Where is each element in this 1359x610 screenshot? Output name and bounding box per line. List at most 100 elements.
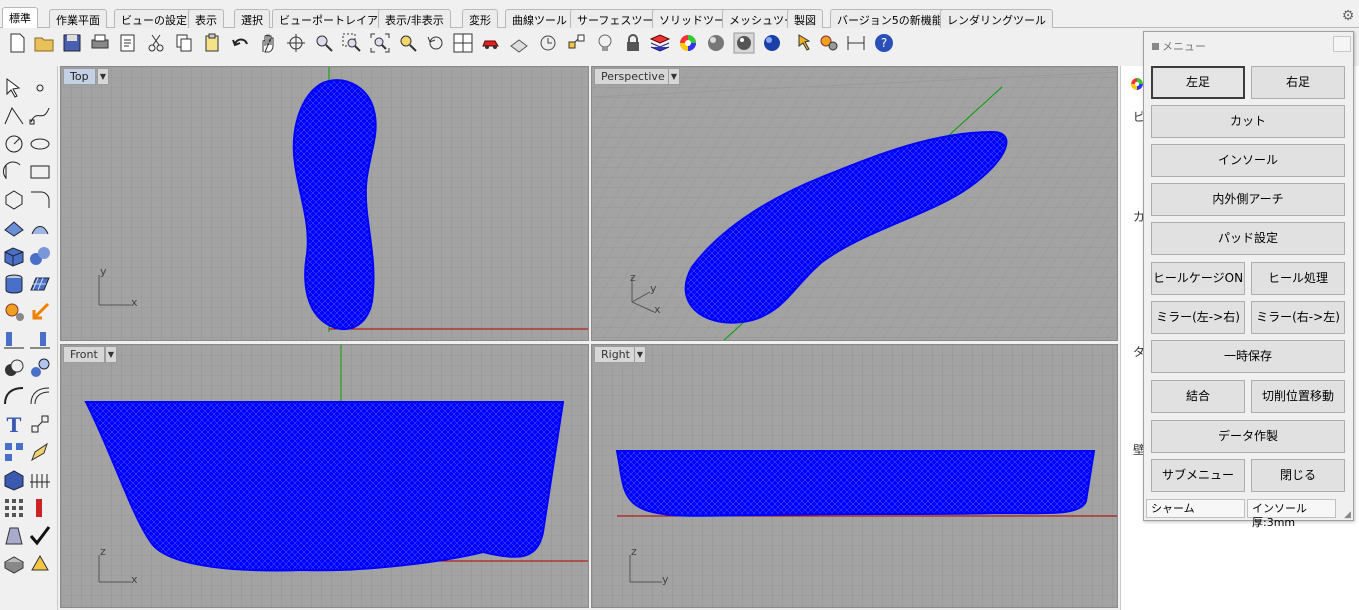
join-button[interactable]: 結合	[1151, 380, 1245, 413]
circle-icon[interactable]	[2, 132, 26, 156]
zoom-window-icon[interactable]	[341, 32, 363, 54]
cut-position-move-button[interactable]: 切削位置移動	[1251, 380, 1345, 413]
viewport-title-perspective[interactable]: Perspective	[594, 68, 672, 85]
arc-icon[interactable]	[2, 160, 26, 184]
heel-process-button[interactable]: ヒール処理	[1251, 262, 1345, 295]
open-folder-icon[interactable]	[33, 32, 55, 54]
viewport-title-front[interactable]: Front	[63, 346, 105, 363]
check-mark-icon[interactable]	[28, 524, 52, 548]
blue-box-icon[interactable]	[2, 468, 26, 492]
viewport-title-top[interactable]: Top	[63, 68, 96, 85]
grid-array-icon[interactable]	[2, 496, 26, 520]
viewport-top[interactable]: y x Top ▼	[60, 66, 589, 341]
zoom-icon[interactable]	[313, 32, 335, 54]
gear-tools-icon[interactable]	[2, 300, 26, 324]
cut-button[interactable]: カット	[1151, 105, 1345, 138]
surface-from-curves-icon[interactable]	[28, 216, 52, 240]
blend-icon[interactable]	[2, 384, 26, 408]
point-icon[interactable]	[28, 76, 52, 100]
heel-cage-button[interactable]: ヒールケージON	[1151, 262, 1245, 295]
fillet-curve-icon[interactable]	[28, 188, 52, 212]
tab-curve-tools[interactable]: 曲線ツール	[505, 9, 574, 28]
blue-sphere-icon[interactable]	[761, 32, 783, 54]
curve-cv-icon[interactable]	[28, 104, 52, 128]
polyline-icon[interactable]	[2, 104, 26, 128]
boolean-split-icon[interactable]	[28, 356, 52, 380]
layers-icon[interactable]	[649, 32, 671, 54]
viewport-title-right[interactable]: Right	[594, 346, 637, 363]
paste-icon[interactable]	[201, 32, 223, 54]
extrude-icon[interactable]	[28, 328, 52, 352]
copy-icon[interactable]	[173, 32, 195, 54]
tab-display[interactable]: 表示	[188, 9, 224, 28]
cylinder-icon[interactable]	[2, 272, 26, 296]
tab-transform[interactable]: 変形	[462, 9, 498, 28]
pan-hand-icon[interactable]	[257, 32, 279, 54]
grid-snap-icon[interactable]	[537, 32, 559, 54]
polygon-icon[interactable]	[2, 188, 26, 212]
text-tool-icon[interactable]: T	[2, 412, 26, 436]
tab-standard[interactable]: 標準	[2, 7, 38, 28]
mirror-left-right-button[interactable]: ミラー(左->右)	[1151, 301, 1245, 334]
close-button[interactable]: 閉じる	[1251, 459, 1345, 492]
pointer-options-icon[interactable]	[795, 32, 817, 54]
submenu-button[interactable]: サブメニュー	[1151, 459, 1245, 492]
arch-button[interactable]: 内外側アーチ	[1151, 183, 1345, 216]
print-icon[interactable]	[89, 32, 111, 54]
tab-new-in-v5[interactable]: バージョン5の新機能	[830, 9, 950, 28]
surface-edit-icon[interactable]	[2, 216, 26, 240]
dim-leader-icon[interactable]	[28, 412, 52, 436]
array-icon[interactable]	[2, 440, 26, 464]
viewport-front[interactable]: z x Front ▼	[60, 344, 589, 608]
rectangle-icon[interactable]	[28, 160, 52, 184]
osnap-icon[interactable]	[566, 32, 588, 54]
viewport-perspective[interactable]: z y x Perspective ▼	[591, 66, 1118, 341]
help-icon[interactable]: ?	[873, 32, 895, 54]
viewport-right[interactable]: z y Right ▼	[591, 344, 1118, 608]
red-marker-icon[interactable]	[28, 496, 52, 520]
offset-icon[interactable]	[28, 384, 52, 408]
mirror-right-left-button[interactable]: ミラー(右->左)	[1251, 301, 1345, 334]
edit-tool-icon[interactable]	[28, 440, 52, 464]
chevron-down-icon[interactable]: ▼	[634, 346, 646, 363]
mesh-plane-icon[interactable]	[28, 272, 52, 296]
chevron-down-icon[interactable]: ▼	[105, 346, 117, 363]
paint-icon[interactable]	[28, 552, 52, 576]
tab-set-view[interactable]: ビューの設定	[114, 9, 194, 28]
close-icon[interactable]	[1333, 36, 1351, 52]
right-foot-button[interactable]: 右足	[1251, 66, 1345, 99]
named-cplane-icon[interactable]	[508, 32, 530, 54]
shaded-sphere-icon[interactable]	[705, 32, 727, 54]
box-solid-icon[interactable]	[2, 244, 26, 268]
tab-drafting[interactable]: 製図	[787, 9, 823, 28]
resize-grip-icon[interactable]: ◢	[1344, 510, 1351, 520]
lock-icon[interactable]	[622, 32, 644, 54]
properties-icon[interactable]	[117, 32, 139, 54]
gear-icon[interactable]: ⚙	[1340, 8, 1356, 24]
tab-rendering-tools[interactable]: レンダリングツール	[940, 9, 1053, 28]
color-wheel-icon[interactable]	[677, 32, 699, 54]
dimension-icon[interactable]	[845, 32, 867, 54]
tab-visibility[interactable]: 表示/非表示	[378, 9, 451, 28]
render-icon[interactable]	[2, 552, 26, 576]
fence-icon[interactable]	[28, 468, 52, 492]
undo-icon[interactable]	[230, 32, 252, 54]
ellipse-icon[interactable]	[28, 132, 52, 156]
tab-select[interactable]: 選択	[234, 9, 270, 28]
light-bulb-icon[interactable]	[594, 32, 616, 54]
sphere-solids-icon[interactable]	[28, 244, 52, 268]
settings-gears-icon[interactable]	[818, 32, 840, 54]
four-viewports-icon[interactable]	[452, 32, 474, 54]
temp-save-button[interactable]: 一時保存	[1151, 340, 1345, 373]
pad-settings-button[interactable]: パッド設定	[1151, 222, 1345, 255]
chevron-down-icon[interactable]: ▼	[668, 68, 680, 85]
align-icon[interactable]	[2, 328, 26, 352]
chevron-down-icon[interactable]: ▼	[97, 68, 109, 85]
cut-icon[interactable]	[145, 32, 167, 54]
select-arrow-icon[interactable]	[2, 76, 26, 100]
boolean-union-icon[interactable]	[2, 356, 26, 380]
transform-arrow-icon[interactable]	[28, 300, 52, 324]
save-icon[interactable]	[61, 32, 83, 54]
zoom-selected-icon[interactable]	[397, 32, 419, 54]
data-create-button[interactable]: データ作製	[1151, 420, 1345, 453]
